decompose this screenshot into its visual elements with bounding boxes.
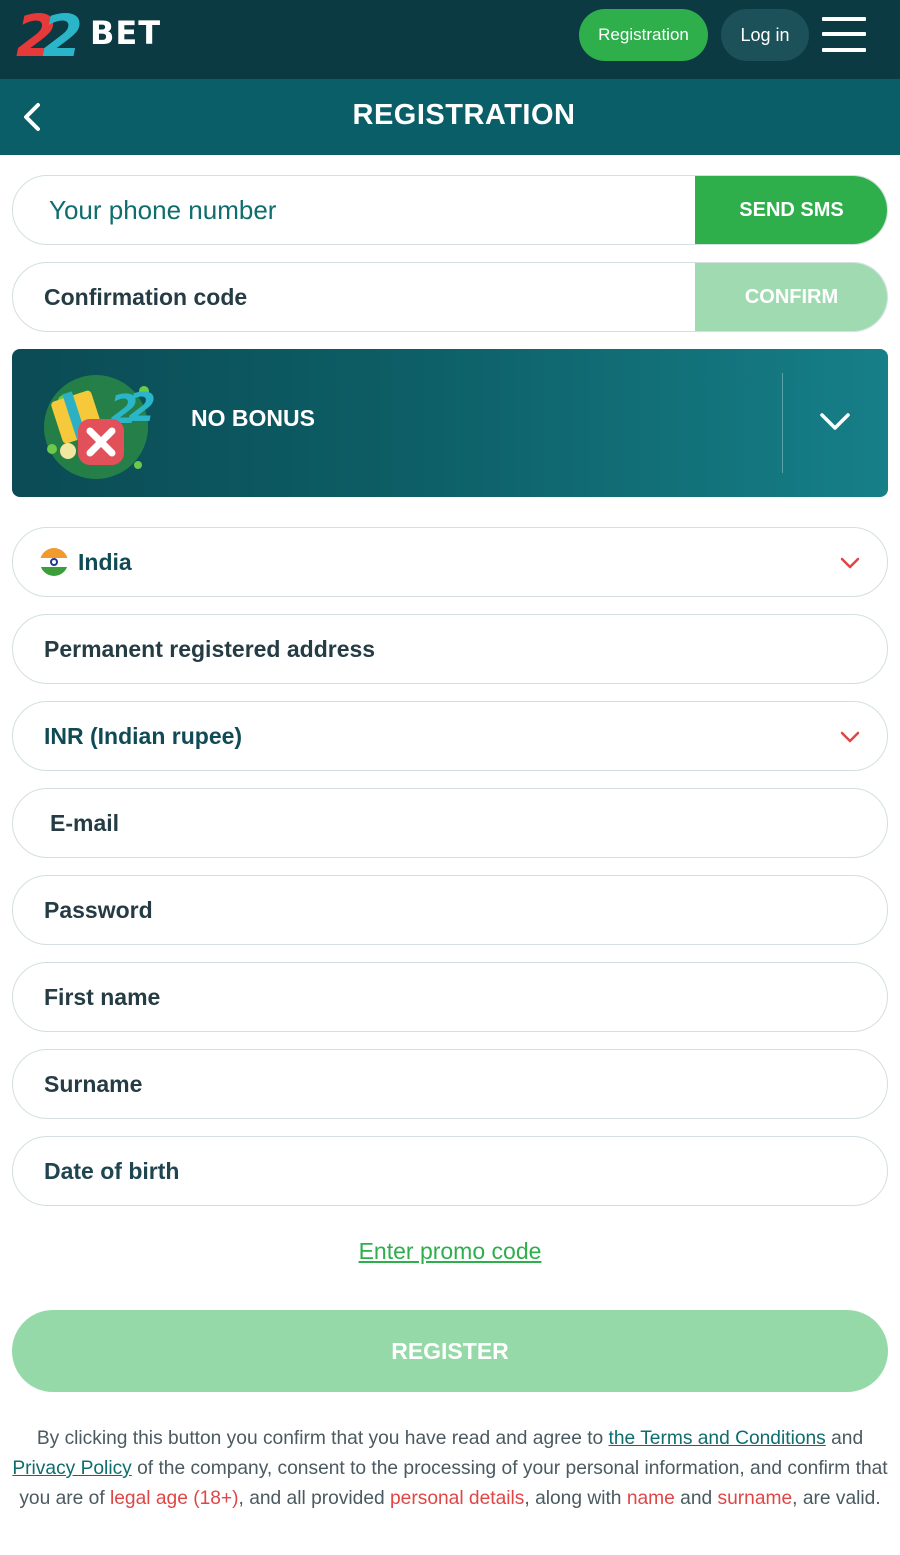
terms-text-part: and — [674, 1488, 718, 1509]
registration-button[interactable]: Registration — [579, 9, 708, 61]
promo-code-link[interactable]: Enter promo code — [0, 1238, 900, 1265]
confirm-button[interactable]: CONFIRM — [695, 263, 887, 331]
phone-input[interactable]: Your phone number — [49, 176, 276, 244]
date-of-birth-field[interactable]: Date of birth — [12, 1136, 888, 1206]
send-sms-button[interactable]: SEND SMS — [695, 176, 887, 244]
terms-text-part: , are valid. — [792, 1488, 881, 1509]
brand-logo[interactable]: 22 BET — [16, 2, 186, 70]
surname-input[interactable]: Surname — [44, 1050, 142, 1118]
terms-link[interactable]: the Terms and Conditions — [609, 1428, 826, 1449]
date-of-birth-input[interactable]: Date of birth — [44, 1137, 179, 1205]
register-button[interactable]: REGISTER — [12, 1310, 888, 1392]
privacy-policy-link[interactable]: Privacy Policy — [12, 1458, 131, 1479]
personal-details-text: personal details — [390, 1488, 525, 1509]
top-bar: 22 BET Registration Log in — [0, 0, 900, 79]
chevron-down-icon[interactable] — [818, 407, 852, 437]
terms-text-part: , along with — [524, 1488, 627, 1509]
email-input[interactable]: E-mail — [50, 789, 119, 857]
password-input[interactable]: Password — [44, 876, 153, 944]
first-name-input[interactable]: First name — [44, 963, 160, 1031]
confirmation-code-field[interactable]: Confirmation code CONFIRM — [12, 262, 888, 332]
surname-field[interactable]: Surname — [12, 1049, 888, 1119]
terms-text-part: , and all provided — [238, 1488, 390, 1509]
surname-text: surname — [717, 1488, 793, 1509]
bonus-selector[interactable]: 2 2 NO BONUS — [12, 349, 888, 497]
terms-text-part: By clicking this button you confirm that… — [36, 1428, 609, 1449]
confirmation-code-input[interactable]: Confirmation code — [44, 263, 247, 331]
divider — [782, 373, 783, 473]
password-field[interactable]: Password — [12, 875, 888, 945]
title-bar: REGISTRATION — [0, 79, 900, 155]
svg-text:2: 2 — [128, 385, 156, 431]
terms-text-part: and — [825, 1428, 864, 1449]
bonus-label: NO BONUS — [191, 405, 315, 431]
country-select[interactable]: India — [12, 527, 888, 597]
currency-value: INR (Indian rupee) — [44, 722, 243, 749]
address-input[interactable]: Permanent registered address — [44, 615, 375, 683]
country-value-wrap: India — [40, 528, 132, 596]
page-title: REGISTRATION — [352, 99, 576, 131]
legal-age-text: legal age (18+) — [109, 1488, 239, 1509]
currency-select[interactable]: INR (Indian rupee) — [12, 701, 888, 771]
address-field[interactable]: Permanent registered address — [12, 614, 888, 684]
email-field[interactable]: E-mail — [12, 788, 888, 858]
login-button[interactable]: Log in — [721, 9, 809, 61]
first-name-field[interactable]: First name — [12, 962, 888, 1032]
terms-text: By clicking this button you confirm that… — [12, 1424, 888, 1514]
logo-digits: 22 — [16, 2, 83, 70]
india-flag-icon — [40, 548, 68, 576]
country-value: India — [78, 548, 132, 575]
menu-icon[interactable] — [822, 17, 866, 53]
logo-text: BET — [90, 14, 162, 52]
chevron-down-icon[interactable] — [839, 552, 861, 574]
gift-icon: 2 2 — [44, 375, 156, 479]
name-text: name — [626, 1488, 675, 1509]
phone-field[interactable]: Your phone number SEND SMS — [12, 175, 888, 245]
chevron-down-icon[interactable] — [839, 726, 861, 748]
